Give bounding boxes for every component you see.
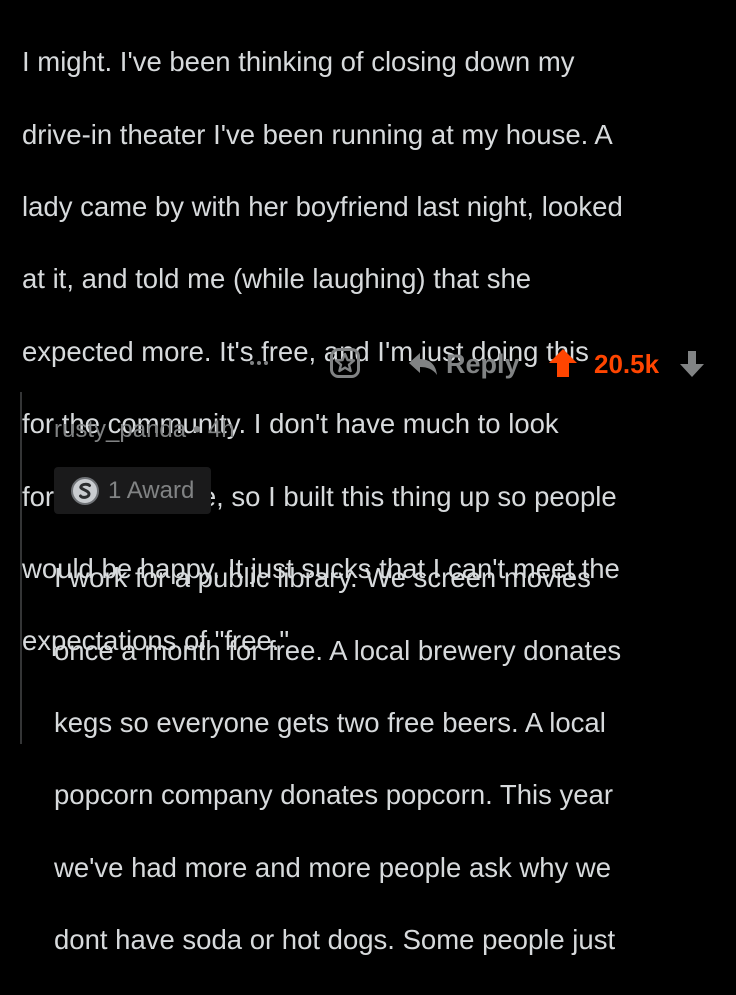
reply-username[interactable]: rusty_panda: [54, 416, 186, 443]
award-icon[interactable]: [330, 348, 360, 378]
parent-comment-line: I might. I've been thinking of closing d…: [22, 46, 575, 78]
award-label: 1 Award: [108, 477, 195, 504]
meta-separator: •: [192, 416, 202, 443]
award-badge[interactable]: 1 Award: [54, 467, 211, 514]
reply-comment-line: I work for a public library. We screen m…: [54, 562, 591, 594]
reply-comment-line: once a month for free. A local brewery d…: [54, 634, 622, 666]
thread-line[interactable]: [20, 392, 22, 744]
parent-comment-line: at it, and told me (while laughing) that…: [22, 263, 532, 295]
reply-label: Reply: [446, 348, 520, 379]
reply-meta: rusty_panda • 4h: [54, 414, 235, 446]
reply-comment-line: kegs so everyone gets two free beers. A …: [54, 707, 606, 739]
reply-comment-body: I work for a public library. We screen m…: [54, 524, 724, 995]
comment-action-bar: Reply 20.5k: [250, 342, 720, 386]
vote-score: 20.5k: [594, 349, 660, 379]
reply-button[interactable]: Reply: [408, 346, 520, 382]
reply-comment-line: popcorn company donates popcorn. This ye…: [54, 779, 613, 811]
upvote-arrow-icon[interactable]: [548, 348, 578, 378]
reply-comment-line: dont have soda or hot dogs. Some people …: [54, 924, 616, 956]
more-dots-icon[interactable]: [250, 356, 280, 370]
parent-comment-line: drive-in theater I've been running at my…: [22, 118, 613, 150]
reply-age: 4h: [207, 416, 235, 443]
silver-award-icon: [70, 476, 100, 506]
downvote-arrow-icon[interactable]: [678, 349, 706, 379]
parent-comment-line: lady came by with her boyfriend last nig…: [22, 191, 623, 223]
reply-comment-line: we've had more and more people ask why w…: [54, 851, 612, 883]
reply-arrow-icon: [409, 353, 437, 375]
